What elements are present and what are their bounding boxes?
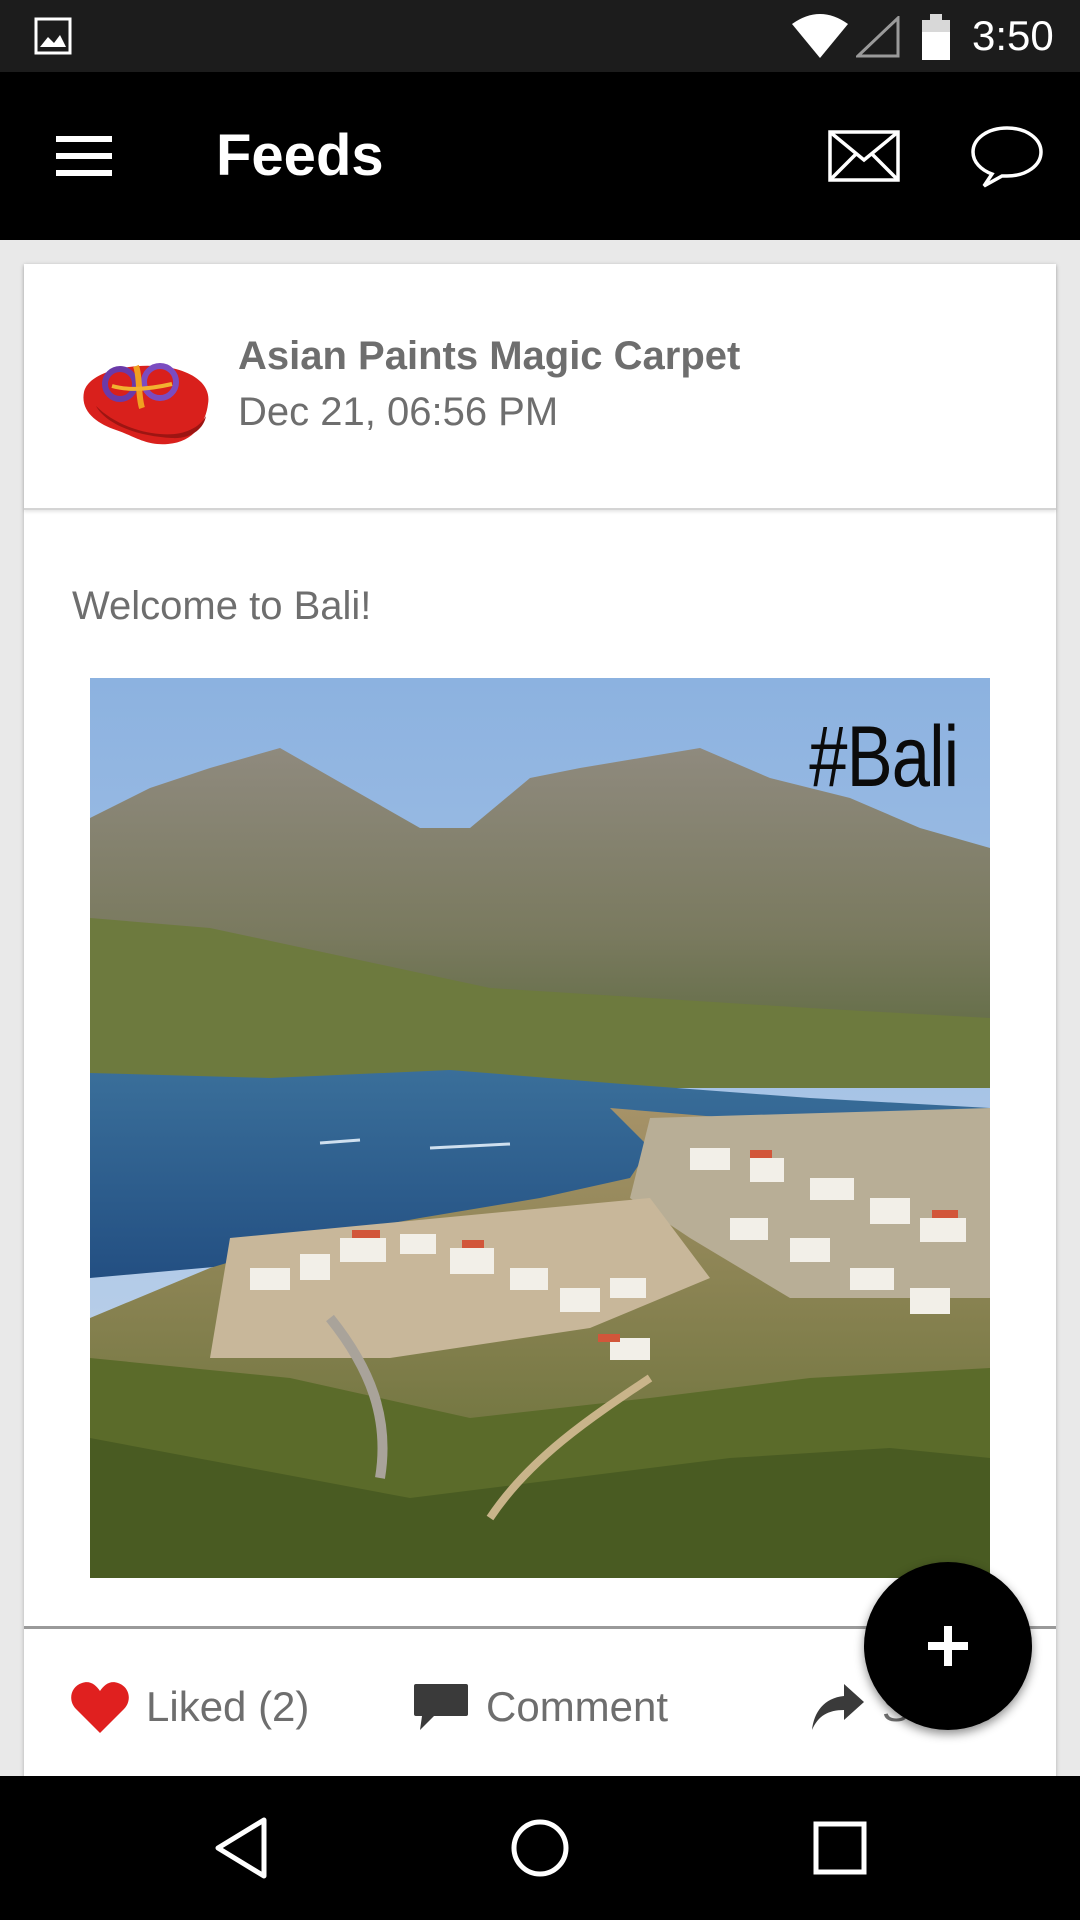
gallery-icon	[34, 17, 72, 55]
back-icon[interactable]	[212, 1816, 270, 1880]
post-timestamp: Dec 21, 06:56 PM	[238, 390, 559, 434]
like-button[interactable]: Liked (2)	[70, 1630, 309, 1784]
avatar[interactable]	[76, 346, 216, 452]
signal-icon	[856, 16, 900, 58]
post-card[interactable]: Asian Paints Magic Carpet Dec 21, 06:56 …	[24, 264, 1056, 1784]
image-hashtag: #Bali	[809, 709, 959, 805]
landscape-photo	[90, 678, 990, 1578]
author-name[interactable]: Asian Paints Magic Carpet	[238, 332, 740, 380]
post-image[interactable]: #Bali	[90, 678, 990, 1578]
plus-icon	[928, 1626, 968, 1666]
status-bar: 3:50	[0, 0, 1080, 72]
chat-icon[interactable]	[970, 124, 1044, 188]
system-nav-bar	[0, 1776, 1080, 1920]
recents-icon[interactable]	[812, 1820, 868, 1876]
comment-button[interactable]: Comment	[412, 1630, 668, 1784]
add-post-button[interactable]	[864, 1562, 1032, 1730]
like-label: Liked (2)	[146, 1683, 310, 1730]
post-header[interactable]: Asian Paints Magic Carpet Dec 21, 06:56 …	[24, 264, 1056, 510]
comment-icon	[414, 1684, 468, 1730]
page-title: Feeds	[216, 123, 384, 188]
battery-icon	[922, 14, 950, 60]
wifi-icon	[792, 14, 848, 58]
post-text: Welcome to Bali!	[72, 584, 372, 628]
menu-icon[interactable]	[56, 134, 112, 178]
home-icon[interactable]	[510, 1818, 570, 1878]
mail-icon[interactable]	[828, 130, 900, 182]
heart-icon	[71, 1682, 129, 1733]
status-time: 3:50	[972, 12, 1054, 59]
comment-label: Comment	[486, 1683, 669, 1730]
app-bar: Feeds	[0, 72, 1080, 240]
share-icon	[812, 1684, 864, 1730]
